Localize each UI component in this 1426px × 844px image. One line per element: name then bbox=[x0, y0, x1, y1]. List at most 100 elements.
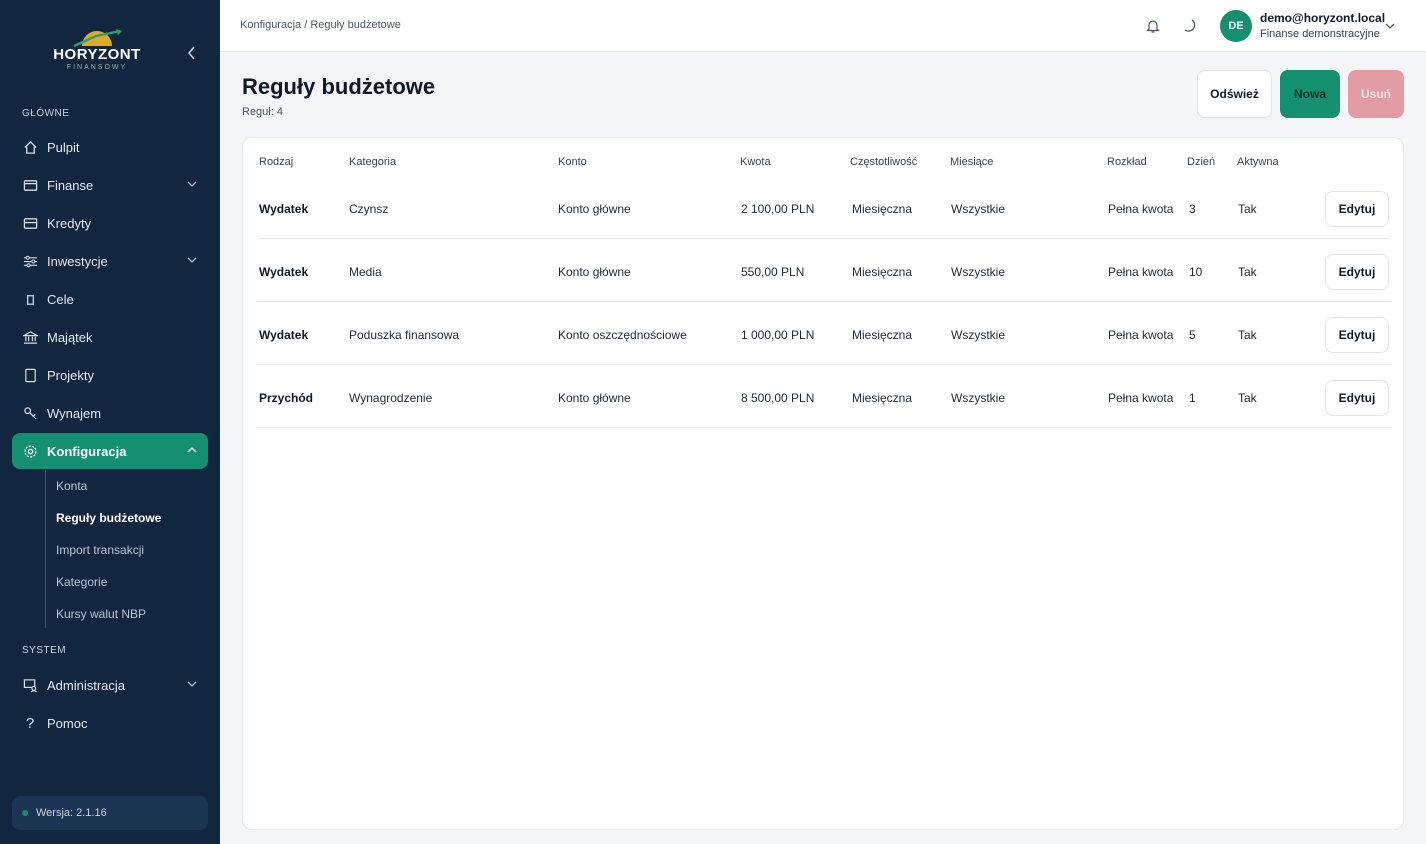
cell-kwota: 8 500,00 PLN bbox=[741, 391, 815, 405]
cell-konto: Konto oszczędnościowe bbox=[558, 328, 687, 342]
cell-konto: Konto główne bbox=[558, 265, 631, 279]
sliders-icon bbox=[22, 253, 38, 269]
chevron-down-icon[interactable] bbox=[1384, 19, 1396, 31]
home-icon bbox=[22, 139, 38, 155]
brand-name: HORYZONT bbox=[53, 46, 141, 63]
cell-rozklad: Pełna kwota bbox=[1108, 391, 1174, 405]
refresh-button[interactable]: Odśwież bbox=[1197, 70, 1272, 118]
brand-logo[interactable]: HORYZONT FINANSOWY bbox=[50, 28, 144, 80]
target-icon bbox=[22, 291, 38, 307]
sidebar-item-label: Wynajem bbox=[47, 405, 102, 421]
edit-button[interactable]: Edytuj bbox=[1325, 317, 1389, 353]
key-icon bbox=[22, 405, 38, 421]
bell-icon[interactable] bbox=[1146, 18, 1160, 34]
sidebar-item-administracja[interactable]: Administracja bbox=[12, 667, 208, 703]
sidebar-item-label: Majątek bbox=[47, 329, 93, 345]
user-email[interactable]: demo@horyzont.local bbox=[1260, 11, 1385, 25]
sidebar-item-label: Administracja bbox=[47, 677, 126, 693]
sidebar-item-wynajem[interactable]: Wynajem bbox=[12, 395, 208, 431]
credit-card-icon bbox=[22, 215, 38, 231]
sidebar-item-projekty[interactable]: Projekty bbox=[12, 357, 208, 393]
status-dot-icon bbox=[22, 810, 28, 816]
sidebar-item-pulpit[interactable]: Pulpit bbox=[12, 129, 208, 165]
cell-kategoria: Media bbox=[349, 265, 382, 279]
sidebar-item-cele[interactable]: Cele bbox=[12, 281, 208, 317]
cell-kwota: 1 000,00 PLN bbox=[741, 328, 815, 342]
sidebar-item-label: Inwestycje bbox=[47, 253, 108, 269]
edit-button[interactable]: Edytuj bbox=[1325, 254, 1389, 290]
cell-aktywna: Tak bbox=[1238, 202, 1257, 216]
chevron-up-icon bbox=[186, 444, 198, 456]
cell-dzien: 5 bbox=[1189, 328, 1196, 342]
wallet-icon bbox=[22, 177, 38, 193]
cell-miesiace: Wszystkie bbox=[951, 265, 1005, 279]
collapse-sidebar-button[interactable] bbox=[184, 44, 200, 62]
column-header-dzien: Dzień bbox=[1187, 156, 1216, 168]
new-rule-button[interactable]: Nowa bbox=[1280, 70, 1340, 118]
chevron-down-icon bbox=[186, 178, 198, 190]
rules-table: Rodzaj Kategoria Konto Kwota Częstotliwo… bbox=[242, 137, 1404, 830]
cell-aktywna: Tak bbox=[1238, 265, 1257, 279]
page-title: Reguły budżetowe bbox=[242, 74, 436, 99]
rule-count: Reguł: 4 bbox=[242, 106, 283, 118]
moon-icon[interactable] bbox=[1182, 18, 1198, 34]
subnav-item-kursy-walut[interactable]: Kursy walut NBP bbox=[56, 607, 146, 621]
subnav-item-kategorie[interactable]: Kategorie bbox=[56, 575, 107, 589]
user-org: Finanse demonstracyjne bbox=[1260, 28, 1380, 40]
cell-rozklad: Pełna kwota bbox=[1108, 265, 1174, 279]
chevron-down-icon bbox=[186, 254, 198, 266]
sidebar-item-label: Kredyty bbox=[47, 215, 92, 231]
cell-dzien: 3 bbox=[1189, 202, 1196, 216]
section-label-system: SYSTEM bbox=[22, 645, 67, 656]
cell-rodzaj: Wydatek bbox=[259, 328, 309, 342]
sidebar-item-konfiguracja[interactable]: Konfiguracja bbox=[12, 433, 208, 469]
column-header-czestotliwosc: Częstotliwość bbox=[850, 156, 918, 168]
sidebar-item-label: Pulpit bbox=[47, 139, 80, 155]
edit-button[interactable]: Edytuj bbox=[1325, 191, 1389, 227]
sidebar-item-majatek[interactable]: Majątek bbox=[12, 319, 208, 355]
chevron-down-icon bbox=[186, 678, 198, 690]
sidebar-item-label: Pomoc bbox=[47, 715, 88, 731]
cell-miesiace: Wszystkie bbox=[951, 202, 1005, 216]
column-header-rozklad: Rozkład bbox=[1107, 156, 1147, 168]
cell-czestotliwosc: Miesięczna bbox=[852, 328, 913, 342]
cell-rozklad: Pełna kwota bbox=[1108, 202, 1174, 216]
column-header-miesiace: Miesiące bbox=[950, 156, 994, 168]
subnav-item-import-transakcji[interactable]: Import transakcji bbox=[56, 543, 144, 557]
cell-miesiace: Wszystkie bbox=[951, 328, 1005, 342]
breadcrumb: Konfiguracja / Reguły budżetowe bbox=[240, 19, 401, 31]
sidebar-item-kredyty[interactable]: Kredyty bbox=[12, 205, 208, 241]
cell-rodzaj: Wydatek bbox=[259, 202, 309, 216]
column-header-konto: Konto bbox=[558, 156, 587, 168]
admin-icon bbox=[22, 677, 38, 693]
cell-aktywna: Tak bbox=[1238, 328, 1257, 342]
sidebar-item-label: Finanse bbox=[47, 177, 94, 193]
help-icon: ? bbox=[25, 714, 35, 732]
avatar[interactable]: DE bbox=[1220, 10, 1252, 42]
sidebar-item-finanse[interactable]: Finanse bbox=[12, 167, 208, 203]
edit-button[interactable]: Edytuj bbox=[1325, 380, 1389, 416]
column-header-kwota: Kwota bbox=[740, 156, 771, 168]
cell-aktywna: Tak bbox=[1238, 391, 1257, 405]
cell-dzien: 10 bbox=[1189, 265, 1203, 279]
chevron-left-icon bbox=[188, 46, 195, 60]
cell-czestotliwosc: Miesięczna bbox=[852, 265, 913, 279]
cell-czestotliwosc: Miesięczna bbox=[852, 202, 913, 216]
cell-konto: Konto główne bbox=[558, 202, 631, 216]
cell-miesiace: Wszystkie bbox=[951, 391, 1005, 405]
sidebar-item-inwestycje[interactable]: Inwestycje bbox=[12, 243, 208, 279]
cell-rodzaj: Przychód bbox=[259, 391, 314, 405]
subnav-item-konta[interactable]: Konta bbox=[56, 479, 87, 493]
table-row: Wydatek Poduszka finansowa Konto oszczęd… bbox=[257, 302, 1391, 365]
cell-rodzaj: Wydatek bbox=[259, 265, 309, 279]
cell-kategoria: Czynsz bbox=[349, 202, 389, 216]
cell-kategoria: Poduszka finansowa bbox=[349, 328, 460, 342]
section-label-main: GŁÓWNE bbox=[22, 108, 70, 119]
table-row: Wydatek Czynsz Konto główne 2 100,00 PLN… bbox=[257, 176, 1391, 239]
gear-icon bbox=[22, 443, 38, 459]
subnav-item-reguly-budzetowe[interactable]: Reguły budżetowe bbox=[56, 511, 161, 525]
sidebar-item-pomoc[interactable]: ? Pomoc bbox=[12, 705, 208, 741]
delete-button[interactable]: Usuń bbox=[1348, 70, 1404, 118]
column-header-rodzaj: Rodzaj bbox=[259, 156, 294, 168]
sidebar-item-label: Cele bbox=[47, 291, 74, 307]
